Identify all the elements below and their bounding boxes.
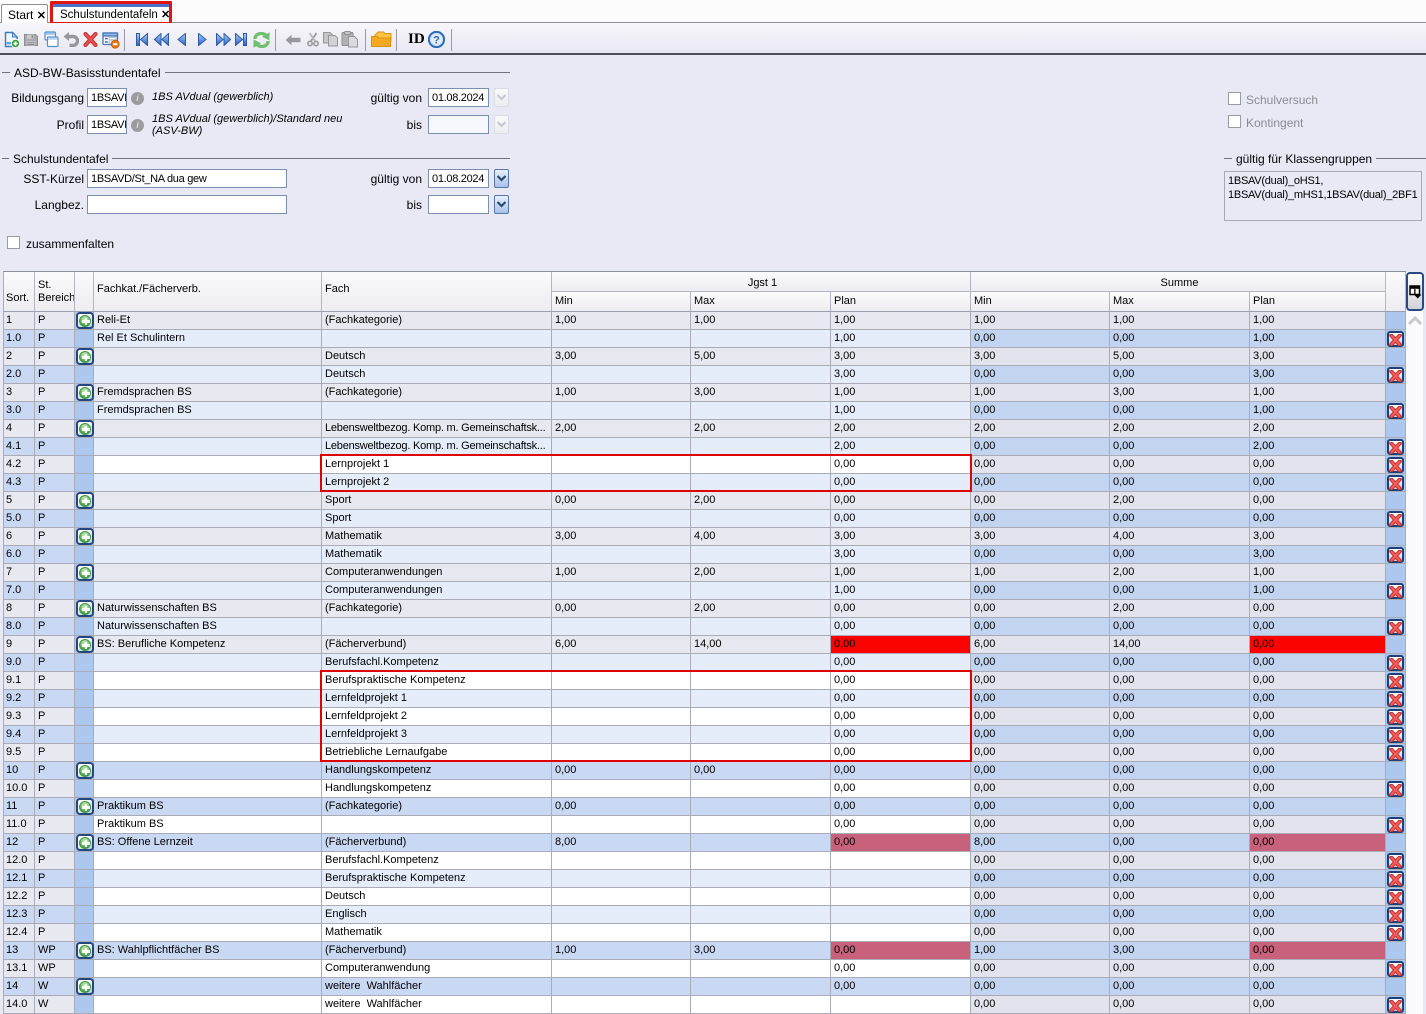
svg-text:?: ? xyxy=(433,35,440,47)
